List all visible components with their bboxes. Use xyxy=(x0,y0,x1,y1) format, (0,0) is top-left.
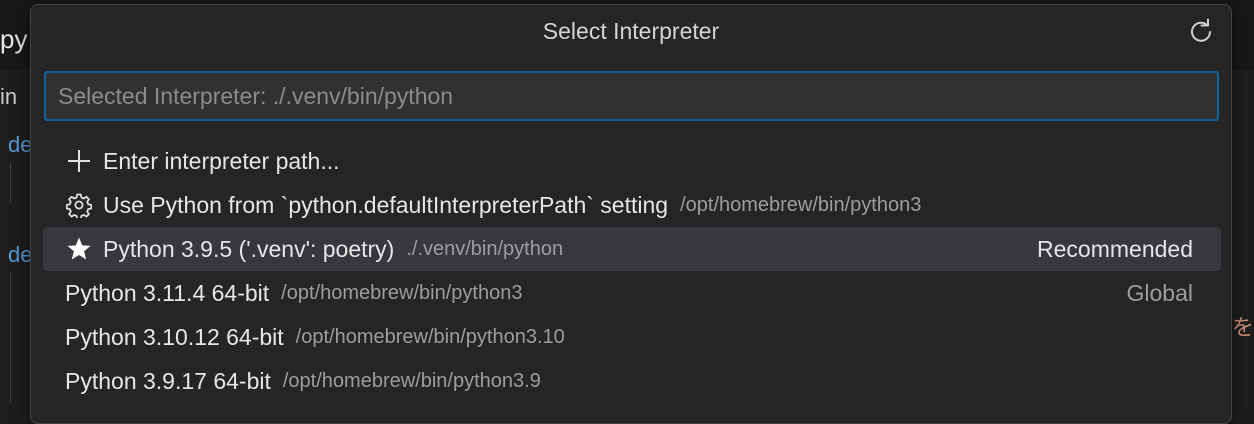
list-item-label: Python 3.9.5 ('.venv': poetry) xyxy=(103,235,395,262)
refresh-icon[interactable] xyxy=(1187,18,1215,46)
list-item-description: /opt/homebrew/bin/python3.9 xyxy=(282,369,541,392)
code-keyword-def: de xyxy=(8,132,33,157)
gear-icon xyxy=(65,191,93,219)
interpreter-search-input[interactable] xyxy=(46,73,1217,119)
plus-icon xyxy=(65,147,93,175)
code-line-fragment: in xyxy=(0,84,18,109)
list-item-description: ./.venv/bin/python xyxy=(406,237,564,260)
list-item-label: Use Python from `python.defaultInterpret… xyxy=(103,191,669,218)
list-item-python-3-11-4[interactable]: Python 3.11.4 64-bit /opt/homebrew/bin/p… xyxy=(43,271,1221,315)
list-item-description: /opt/homebrew/bin/python3.10 xyxy=(295,325,565,348)
list-item-label: Python 3.11.4 64-bit xyxy=(65,279,270,306)
list-item-label: Enter interpreter path... xyxy=(103,147,340,174)
list-item-python-3-10-12[interactable]: Python 3.10.12 64-bit /opt/homebrew/bin/… xyxy=(43,315,1221,359)
list-item-use-default-path-setting[interactable]: Use Python from `python.defaultInterpret… xyxy=(43,183,1221,227)
global-badge: Global xyxy=(1126,279,1193,306)
select-interpreter-quick-pick: Select Interpreter Enter interpreter pat… xyxy=(30,4,1232,424)
list-item-description: /opt/homebrew/bin/python3 xyxy=(680,193,922,216)
interpreter-search-box xyxy=(44,71,1219,121)
list-item-description: /opt/homebrew/bin/python3 xyxy=(281,281,523,304)
recommended-badge: Recommended xyxy=(1037,235,1193,262)
code-keyword-def: de xyxy=(8,242,33,267)
list-item-enter-interpreter-path[interactable]: Enter interpreter path... xyxy=(43,139,1221,183)
list-item-python-3-9-5-venv[interactable]: Python 3.9.5 ('.venv': poetry) ./.venv/b… xyxy=(43,227,1221,271)
code-text-fragment: を xyxy=(1232,315,1254,340)
list-item-label: Python 3.10.12 64-bit xyxy=(65,323,284,350)
interpreter-list: Enter interpreter path... Use Python fro… xyxy=(43,139,1221,403)
indent-guide xyxy=(10,272,11,402)
quick-pick-title: Select Interpreter xyxy=(542,17,720,44)
list-item-python-3-9-17[interactable]: Python 3.9.17 64-bit /opt/homebrew/bin/p… xyxy=(43,359,1221,403)
star-icon xyxy=(65,235,93,263)
editor-tab-label[interactable]: py xyxy=(0,24,27,55)
list-item-label: Python 3.9.17 64-bit xyxy=(65,367,271,394)
indent-guide xyxy=(10,162,11,202)
